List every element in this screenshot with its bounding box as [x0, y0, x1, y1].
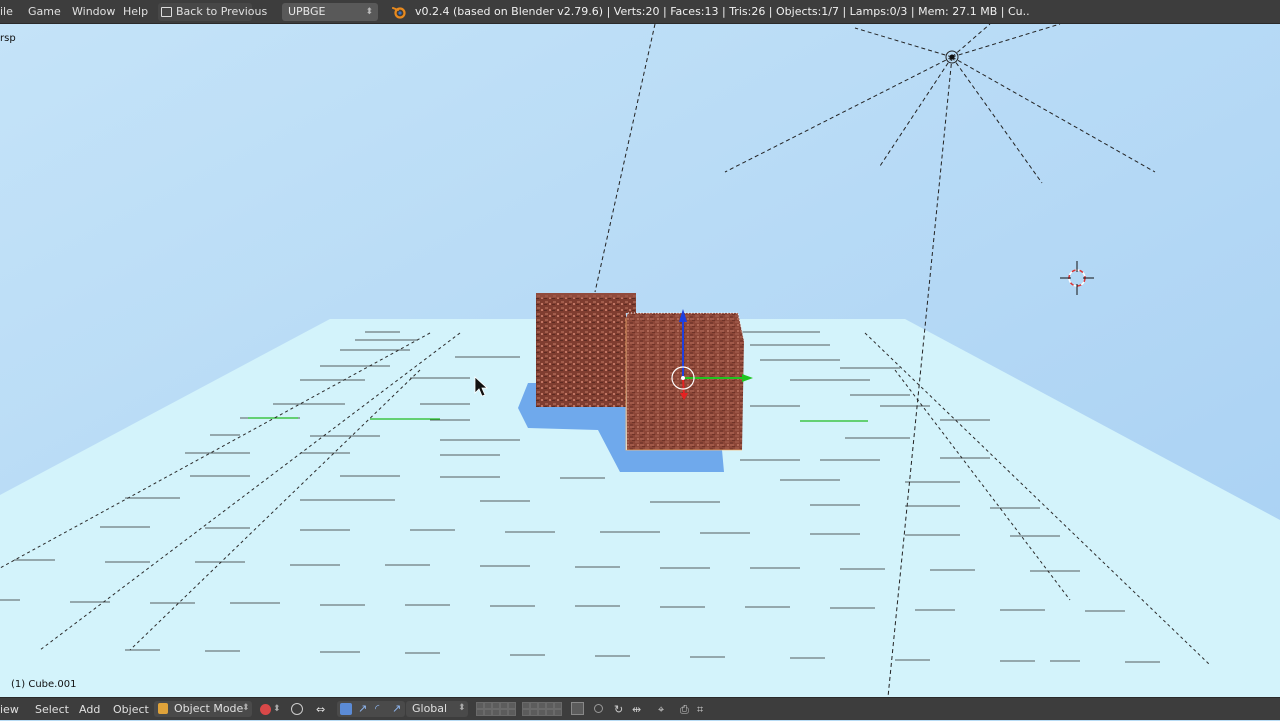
snap-icon[interactable]: ⇹ [632, 698, 641, 721]
dropdown-arrow-icon: ⬍ [458, 703, 466, 713]
screen-icon [161, 7, 172, 17]
menu-add[interactable]: Add [79, 698, 100, 721]
layer-cell[interactable] [538, 702, 546, 709]
3d-viewport[interactable]: rsp (1) Cube.001 [0, 24, 1280, 697]
layer-cell[interactable] [546, 702, 554, 709]
render-layer-icon[interactable] [571, 702, 584, 715]
layer-cell[interactable] [484, 702, 492, 709]
back-to-previous-button[interactable]: Back to Previous [158, 3, 267, 21]
blender-logo-icon [392, 7, 406, 19]
pivot-icon[interactable] [291, 703, 303, 715]
render-engine-value: UPBGE [288, 5, 326, 18]
scale-icon[interactable]: ◜ [375, 697, 379, 720]
dropdown-arrow-icon: ⬍ [365, 7, 373, 17]
layer-cell[interactable] [492, 702, 500, 709]
mode-value: Object Mode [174, 702, 244, 715]
3d-view-header: iew Select Add Object Object Mode ⬍ ⬍ ⇔ … [0, 697, 1280, 720]
proportional-edit-icon[interactable] [594, 704, 603, 713]
layer-cell[interactable] [508, 709, 516, 716]
render-engine-select[interactable]: UPBGE ⬍ [282, 3, 378, 21]
menu-file[interactable]: ile [0, 0, 13, 24]
layer-cell[interactable] [522, 709, 530, 716]
orientation-value: Global [412, 702, 448, 715]
menu-select[interactable]: Select [35, 698, 69, 721]
manipulator-icon[interactable]: ⇔ [316, 698, 325, 721]
layer-cell[interactable] [546, 709, 554, 716]
layer-cell[interactable] [530, 709, 538, 716]
layer-cell[interactable] [476, 709, 484, 716]
layer-cell[interactable] [508, 702, 516, 709]
menu-help[interactable]: Help [123, 0, 148, 24]
layer-cell[interactable] [554, 702, 562, 709]
rotate-icon[interactable]: ↗ [358, 697, 367, 720]
cube-001-selected[interactable] [625, 312, 745, 451]
dropdown-arrow-icon: ⬍ [242, 703, 250, 713]
menu-view[interactable]: iew [0, 698, 19, 721]
layer-cell[interactable] [554, 709, 562, 716]
layer-cell[interactable] [500, 702, 508, 709]
translate-icon[interactable] [340, 703, 352, 715]
layer-cell[interactable] [492, 709, 500, 716]
cube[interactable] [536, 293, 636, 407]
scale-handle-icon[interactable]: ↗ [392, 697, 401, 720]
active-object-label: (1) Cube.001 [11, 679, 77, 690]
orientation-select[interactable]: Global ⬍ [406, 701, 468, 717]
info-header: ile Game Window Help Back to Previous UP… [0, 0, 1280, 24]
mode-select[interactable]: Object Mode ⬍ [154, 701, 252, 717]
layer-cell[interactable] [484, 709, 492, 716]
rotate-view-icon[interactable]: ↻ [614, 698, 623, 721]
viewport-shading-icon[interactable] [260, 704, 271, 715]
layer-cell[interactable] [530, 702, 538, 709]
layer-cell[interactable] [500, 709, 508, 716]
menu-game[interactable]: Game [28, 0, 61, 24]
layer-cell[interactable] [476, 702, 484, 709]
shading-dropdown-icon: ⬍ [273, 704, 281, 714]
view-name-label: rsp [0, 33, 16, 44]
scene-statistics: v0.2.4 (based on Blender v2.79.6) | Vert… [415, 5, 1030, 18]
object-mode-icon [158, 703, 168, 714]
layer-cell[interactable] [522, 702, 530, 709]
viewport-scene[interactable] [0, 24, 1280, 697]
menu-object[interactable]: Object [113, 698, 149, 721]
snap-target-icon[interactable]: ⌖ [658, 698, 664, 721]
menu-window[interactable]: Window [72, 0, 115, 24]
manipulator-group: ↗ ◜ ↗ [337, 701, 405, 717]
camera-icon[interactable]: ⎙ [680, 698, 689, 721]
layer-cell[interactable] [538, 709, 546, 716]
render-icon[interactable]: ⌗ [697, 698, 703, 721]
back-to-previous-label: Back to Previous [176, 5, 268, 18]
